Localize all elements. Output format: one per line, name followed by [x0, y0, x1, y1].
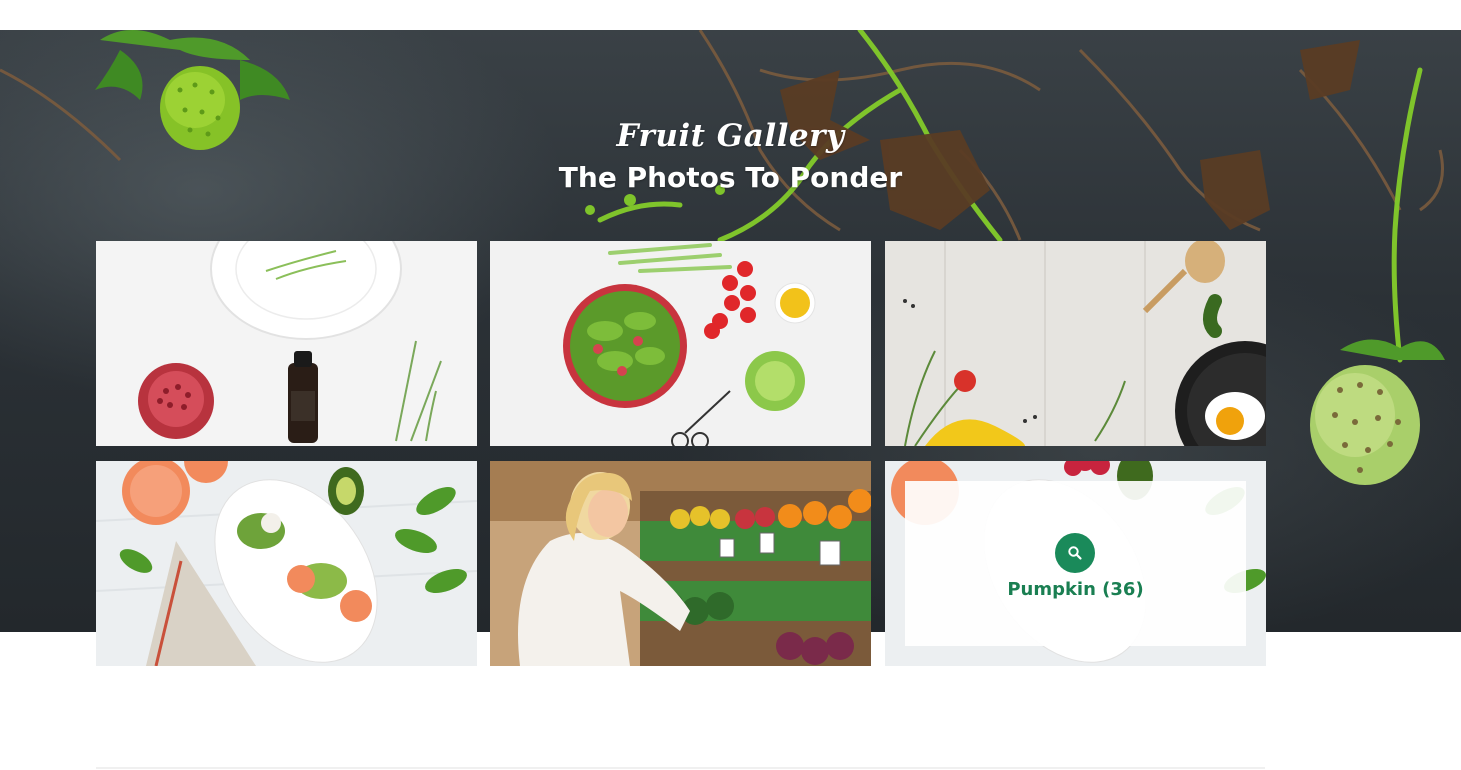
search-icon [1068, 546, 1082, 560]
board-photo [885, 241, 1266, 446]
tile-hover-overlay: Pumpkin (36) [905, 481, 1246, 646]
salad-photo [490, 241, 871, 446]
platter-photo [96, 461, 477, 666]
gallery-tile-pumpkin[interactable]: Pumpkin (36) [885, 461, 1266, 666]
zoom-button[interactable] [1055, 533, 1095, 573]
shopping-photo [490, 461, 871, 666]
gallery-subtitle: Fruit Gallery [616, 118, 845, 154]
section-divider [96, 767, 1265, 769]
tile-title-link[interactable]: Pumpkin (36) [905, 579, 1246, 600]
gallery-tile-shopping[interactable] [490, 461, 871, 666]
gallery-tile-pomegranate[interactable] [96, 241, 477, 446]
gallery-tile-board[interactable] [885, 241, 1266, 446]
gallery-title: The Photos To Ponder [558, 161, 903, 194]
gallery-tile-platter[interactable] [96, 461, 477, 666]
pomegranate-photo [96, 241, 477, 446]
gallery-tile-salad[interactable] [490, 241, 871, 446]
